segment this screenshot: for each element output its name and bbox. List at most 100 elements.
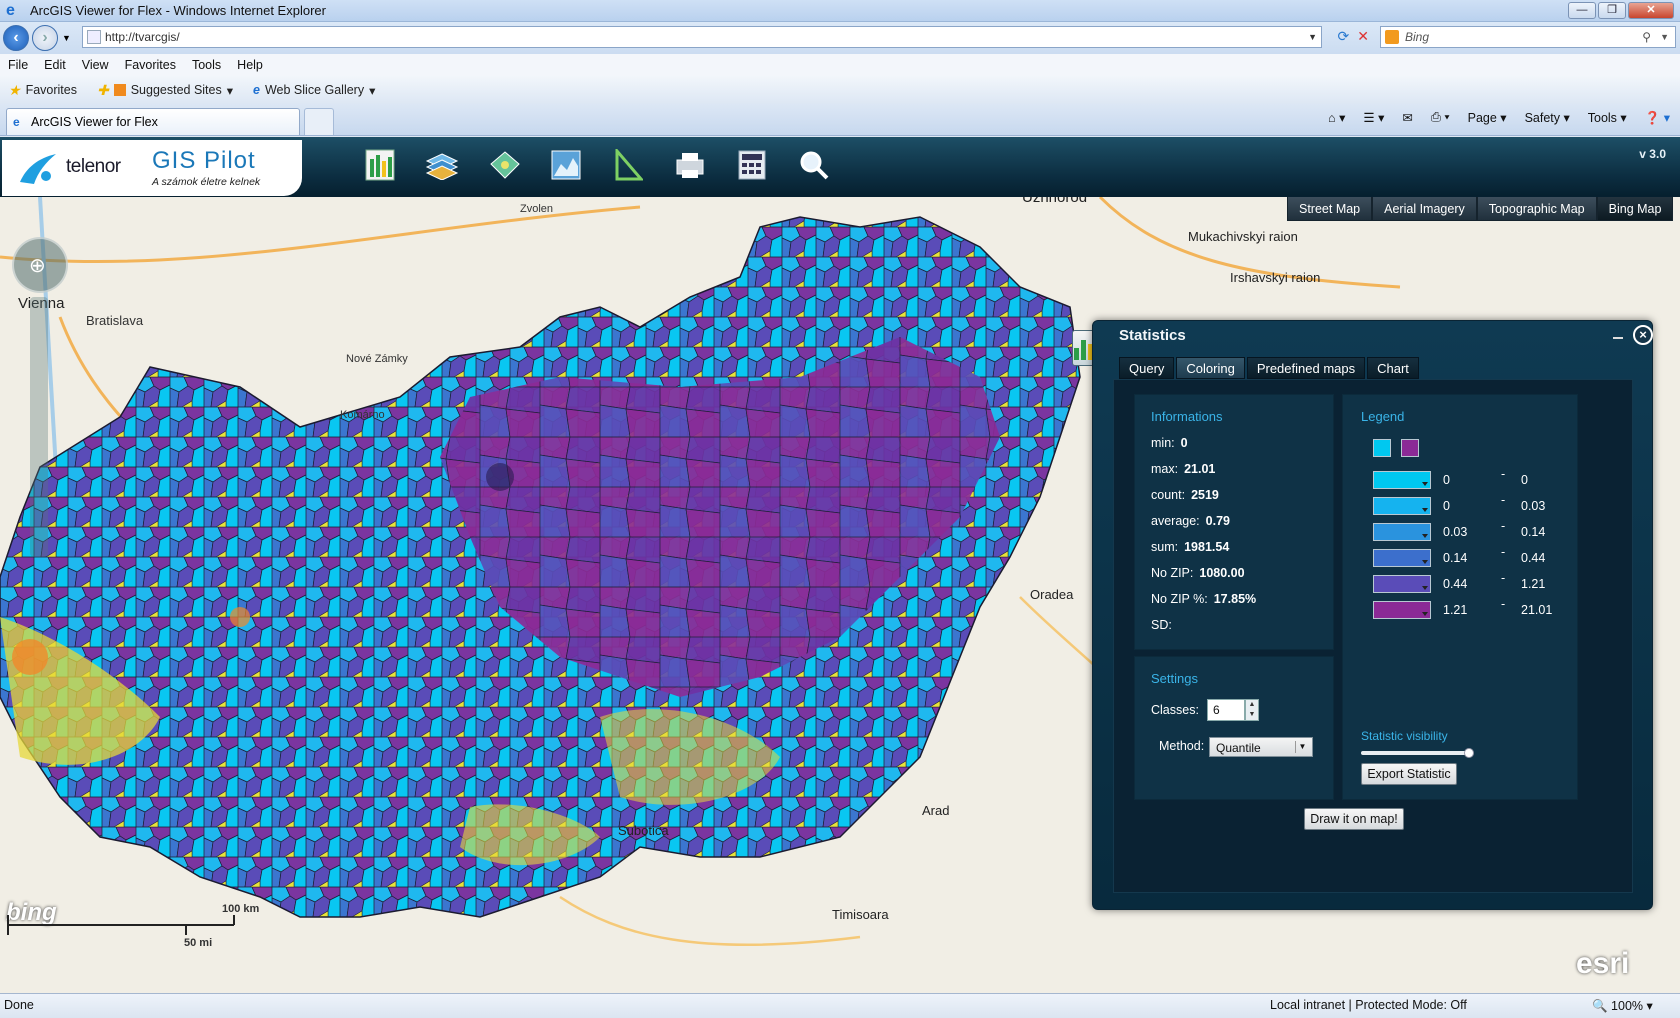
basemap-bing-map[interactable]: Bing Map xyxy=(1596,197,1674,221)
info-row: sum: 1981.54 xyxy=(1151,540,1331,566)
browser-tab[interactable]: e ArcGIS Viewer for Flex xyxy=(6,108,300,135)
ie-logo-icon: e xyxy=(6,1,15,19)
scale-bar xyxy=(7,915,235,935)
magnifier-icon[interactable]: ⚲ xyxy=(1642,30,1651,44)
back-button[interactable]: ‹ xyxy=(3,25,29,51)
close-panel-icon[interactable]: × xyxy=(1633,325,1653,345)
forward-button[interactable]: › xyxy=(32,25,58,51)
search-options-icon[interactable]: ▼ xyxy=(1660,32,1669,42)
legend-range-high: 0 xyxy=(1521,473,1528,487)
minimize-panel-icon[interactable] xyxy=(1613,329,1623,339)
menu-favorites[interactable]: Favorites xyxy=(125,58,176,72)
informations-list: min: 0 max: 21.01 count: 2519 average: 0.79 … xyxy=(1151,436,1331,644)
map-label-komarno: Komárno xyxy=(340,409,385,421)
legend-color-swatch[interactable] xyxy=(1373,471,1431,489)
legend-heading: Legend xyxy=(1361,409,1405,424)
legend-endpoint-swatch[interactable] xyxy=(1373,439,1391,457)
favorites-button[interactable]: ★ Favorites xyxy=(8,82,77,99)
basemap-topographic-map[interactable]: Topographic Map xyxy=(1476,197,1597,221)
legend-color-swatch[interactable] xyxy=(1373,523,1431,541)
legend-range-high: 0.44 xyxy=(1521,551,1546,565)
window-titlebar: e ArcGIS Viewer for Flex - Windows Inter… xyxy=(0,0,1680,22)
tab-title: ArcGIS Viewer for Flex xyxy=(31,115,158,129)
map-label-irshavskyi: Irshavskyi raion xyxy=(1230,270,1321,285)
tab-query[interactable]: Query xyxy=(1119,357,1175,379)
stop-icon[interactable]: ✕ xyxy=(1357,28,1369,45)
minimize-icon[interactable]: — xyxy=(1568,2,1596,19)
measure-icon[interactable] xyxy=(610,145,646,185)
scale-km-label: 100 km xyxy=(222,903,260,915)
menu-tools[interactable]: Tools xyxy=(192,58,221,72)
search-icon[interactable] xyxy=(796,145,832,185)
home-icon[interactable]: ⌂ ▾ xyxy=(1328,110,1345,126)
suggested-sites-link[interactable]: ✚ Suggested Sites ▾ xyxy=(97,82,233,99)
star-icon: ★ xyxy=(8,81,21,98)
suggested-sites-label: Suggested Sites xyxy=(130,83,222,97)
history-dropdown-icon[interactable]: ▼ xyxy=(62,33,71,43)
legend-endpoint-swatch[interactable] xyxy=(1401,439,1419,457)
visibility-slider[interactable] xyxy=(1361,748,1474,758)
web-slice-gallery-link[interactable]: e Web Slice Gallery ▾ xyxy=(253,83,375,98)
tools-menu[interactable]: Tools ▾ xyxy=(1588,110,1627,126)
info-label: count: xyxy=(1151,488,1186,502)
telenor-logo-icon xyxy=(20,154,56,184)
menu-edit[interactable]: Edit xyxy=(44,58,66,72)
zoom-level[interactable]: 🔍 100% ▾ xyxy=(1592,998,1653,1014)
basemap-street-map[interactable]: Street Map xyxy=(1287,197,1373,221)
address-bar[interactable]: http://tvarcgis/ ▼ ⟳ ✕ xyxy=(82,26,1369,48)
legend-row: 0.14 - 0.44 xyxy=(1373,545,1613,569)
zoom-slider[interactable] xyxy=(30,297,48,557)
mail-icon[interactable]: ✉ xyxy=(1402,110,1412,126)
menu-file[interactable]: File xyxy=(8,58,28,72)
classes-input[interactable]: 6 xyxy=(1207,699,1245,721)
menu-help[interactable]: Help xyxy=(237,58,263,72)
legend-row: 0.03 - 0.14 xyxy=(1373,519,1613,543)
map-overlay-icon[interactable] xyxy=(486,145,522,185)
info-row: No ZIP %: 17.85% xyxy=(1151,592,1331,618)
page-menu[interactable]: Page ▾ xyxy=(1468,110,1507,126)
legend-color-swatch[interactable] xyxy=(1373,497,1431,515)
bing-logo-icon xyxy=(1385,30,1399,44)
statistics-icon[interactable] xyxy=(362,145,398,185)
refresh-icon[interactable]: ⟳ xyxy=(1338,28,1350,45)
window-title: ArcGIS Viewer for Flex - Windows Interne… xyxy=(30,3,326,18)
safety-menu[interactable]: Safety ▾ xyxy=(1525,110,1570,126)
statistics-title: Statistics xyxy=(1119,327,1186,344)
legend-range-low: 0.14 xyxy=(1443,551,1468,565)
menu-view[interactable]: View xyxy=(82,58,109,72)
basemap-aerial-imagery[interactable]: Aerial Imagery xyxy=(1372,197,1477,221)
pan-control[interactable]: ⊕ xyxy=(12,237,68,293)
legend-box: Legend 0 - 0 0 - 0.03 0.03 - 0.14 0.14 - 0.44 0.44 - 1… xyxy=(1342,394,1578,800)
draw-on-map-button[interactable]: Draw it on map! xyxy=(1304,808,1404,830)
calculator-icon[interactable] xyxy=(734,145,770,185)
legend-color-swatch[interactable] xyxy=(1373,575,1431,593)
legend-rows: 0 - 0 0 - 0.03 0.03 - 0.14 0.14 - 0.44 0.44 - 1.21 1.21… xyxy=(1343,467,1579,631)
chart-area-icon[interactable] xyxy=(548,145,584,185)
print-button-icon[interactable]: ⎙ ▾ xyxy=(1431,110,1450,126)
tab-ie-icon: e xyxy=(13,115,20,129)
method-value: Quantile xyxy=(1216,741,1261,755)
help-icon[interactable]: ❓ ▾ xyxy=(1645,110,1670,126)
restore-icon[interactable]: ❐ xyxy=(1598,2,1626,19)
tab-coloring[interactable]: Coloring xyxy=(1176,357,1245,379)
visibility-slider-handle[interactable] xyxy=(1463,748,1474,758)
legend-row: 0 - 0 xyxy=(1373,467,1613,491)
export-statistic-button[interactable]: Export Statistic xyxy=(1361,763,1457,785)
search-box[interactable]: Bing ⚲ ▼ xyxy=(1380,26,1676,48)
brand-name: telenor xyxy=(66,156,121,177)
method-select[interactable]: Quantile ▼ xyxy=(1209,737,1313,757)
map-label-nove-zamky: Nové Zámky xyxy=(346,353,408,365)
layers-icon[interactable] xyxy=(424,145,460,185)
close-window-icon[interactable]: ✕ xyxy=(1628,2,1674,19)
classes-stepper[interactable]: ▲ ▼ xyxy=(1245,699,1259,721)
feeds-icon[interactable]: ☰ ▾ xyxy=(1363,110,1384,126)
tab-chart[interactable]: Chart xyxy=(1367,357,1419,379)
favorites-label: Favorites xyxy=(25,83,77,97)
new-tab-button[interactable] xyxy=(304,108,334,135)
search-placeholder: Bing xyxy=(1405,30,1430,44)
legend-color-swatch[interactable] xyxy=(1373,601,1431,619)
print-icon[interactable] xyxy=(672,145,708,185)
legend-color-swatch[interactable] xyxy=(1373,549,1431,567)
tab-predefined-maps[interactable]: Predefined maps xyxy=(1246,357,1366,379)
address-dropdown-icon[interactable]: ▼ xyxy=(1308,32,1317,42)
